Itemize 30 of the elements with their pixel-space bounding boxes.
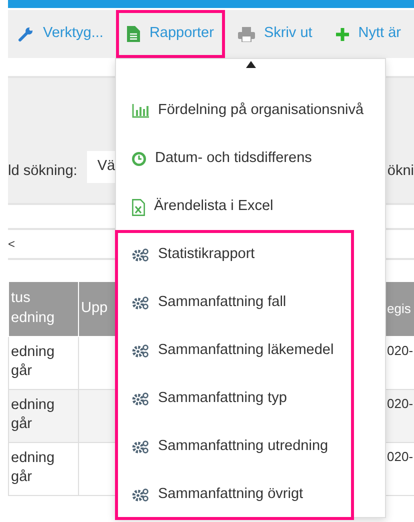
table-cell: 020- (386, 390, 414, 442)
previous-link[interactable]: < (8, 235, 16, 253)
gears-icon (132, 440, 149, 454)
printer-icon (238, 26, 255, 42)
gears-icon (132, 248, 149, 262)
search-label: ökni (387, 162, 414, 182)
clock-icon (132, 152, 146, 166)
spreadsheet-file-icon (132, 198, 145, 216)
menu-item[interactable]: Fördelning på organisationsnivå (116, 87, 385, 135)
menu-item[interactable]: Sammanfattning övrigt (116, 471, 353, 519)
gears-icon (132, 392, 149, 406)
gears-icon (132, 296, 149, 310)
menu-item[interactable]: Ärendelista i Excel (116, 183, 385, 231)
document-icon (127, 26, 140, 42)
table-cell: edning går (8, 442, 78, 496)
gears-icon (132, 344, 149, 358)
menu-item[interactable]: Sammanfattning utredning (116, 423, 353, 471)
column-header: tus edning (8, 282, 78, 336)
column-header: egis (386, 282, 414, 336)
menu-item[interactable]: Sammanfattning typ (116, 375, 353, 423)
gears-icon (132, 488, 149, 502)
table-cell: edning går (8, 390, 78, 442)
menu-item[interactable]: Sammanfattning fall (116, 279, 353, 327)
menu-item[interactable]: Datum- och tidsdifferens (116, 135, 385, 183)
menu-item[interactable]: Statistikrapport (116, 231, 353, 279)
bar-chart-icon (132, 104, 149, 118)
plus-icon (336, 28, 350, 40)
caret-icon (246, 61, 256, 68)
search-label: ld sökning: (8, 162, 78, 182)
wrench-icon (18, 26, 34, 42)
